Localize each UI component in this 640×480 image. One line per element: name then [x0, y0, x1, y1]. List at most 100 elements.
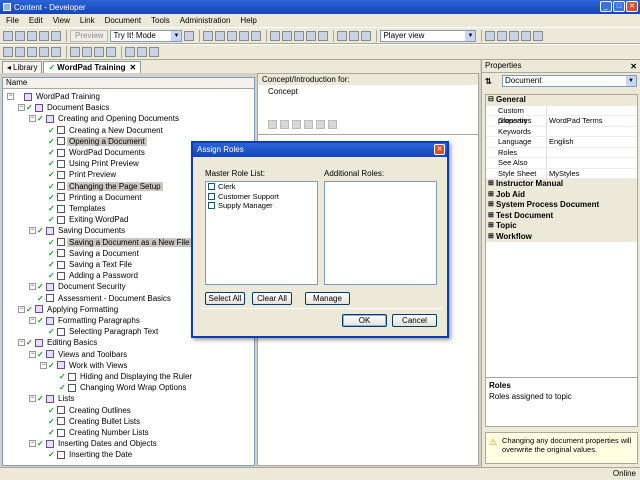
outline-icon[interactable]: [521, 30, 532, 41]
tree-node[interactable]: − ✓ Lists: [29, 393, 76, 404]
tree-node[interactable]: ✓ Creating Bullet Lists: [40, 416, 142, 427]
tree-node[interactable]: ✓ Saving a Document: [40, 248, 141, 259]
menu-tools[interactable]: Tools: [151, 16, 170, 25]
preview-button[interactable]: Preview: [70, 29, 109, 42]
tree-node[interactable]: ✓ Selecting Paragraph Text: [40, 326, 160, 337]
folder-icon[interactable]: [15, 47, 25, 57]
layout-columns-icon[interactable]: [509, 30, 520, 41]
sync-icon[interactable]: [533, 30, 544, 41]
tryit-mode-select[interactable]: Try It! Mode ▼: [110, 29, 183, 42]
expand-icon[interactable]: −: [29, 350, 36, 358]
cancel-button[interactable]: Cancel: [392, 314, 437, 327]
collapse-icon[interactable]: ⊟: [488, 95, 496, 105]
property-value[interactable]: [547, 127, 637, 137]
property-category[interactable]: ⊞ Instructor Manual: [486, 179, 637, 190]
refresh-icon[interactable]: [149, 47, 159, 57]
layout-split-icon[interactable]: [497, 30, 508, 41]
expand-icon[interactable]: ⊞: [488, 221, 496, 231]
layout-icon[interactable]: [485, 30, 496, 41]
check-in-icon[interactable]: [125, 47, 135, 57]
master-role-list[interactable]: Clerk Customer Support Supply Manager: [205, 181, 318, 285]
expand-icon[interactable]: −: [29, 115, 36, 123]
minimize-button[interactable]: _: [600, 1, 612, 12]
save-icon[interactable]: [15, 30, 25, 41]
delete-icon[interactable]: [328, 120, 337, 129]
tree-node[interactable]: ✓ Creating a New Document: [40, 125, 165, 136]
topic-icon[interactable]: [51, 47, 61, 57]
link-icon[interactable]: [318, 30, 329, 41]
maximize-button[interactable]: □: [613, 1, 625, 12]
role-item[interactable]: Clerk: [206, 182, 317, 192]
tab-library[interactable]: ◂ Library: [2, 61, 43, 73]
property-category[interactable]: ⊞ Workflow: [486, 231, 637, 242]
move-up-icon[interactable]: [70, 47, 80, 57]
clear-all-button[interactable]: Clear All: [252, 292, 292, 305]
cut-icon[interactable]: [203, 30, 214, 41]
properties-icon[interactable]: [349, 30, 360, 41]
tree-node[interactable]: ✓ Saving a Document as a New File: [40, 237, 192, 248]
tree-node[interactable]: − ✓ Formatting Paragraphs: [29, 315, 142, 326]
role-item[interactable]: Customer Support: [206, 192, 317, 202]
tree-node[interactable]: ✓ Creating Outlines: [40, 405, 133, 416]
role-checkbox[interactable]: [208, 183, 215, 191]
indent-icon[interactable]: [94, 47, 104, 57]
tree-node[interactable]: ✓ Assessment - Document Basics: [29, 293, 173, 304]
undo-icon[interactable]: [270, 30, 281, 41]
print-icon[interactable]: [39, 30, 49, 41]
role-checkbox[interactable]: [208, 192, 215, 200]
tree-node[interactable]: ✓ Print Preview: [40, 169, 118, 180]
new-icon[interactable]: [3, 47, 13, 57]
move-down-icon[interactable]: [82, 47, 92, 57]
property-row[interactable]: Keywords: [486, 126, 637, 137]
property-value[interactable]: WordPad Terms: [547, 116, 637, 127]
menu-file[interactable]: File: [6, 16, 19, 25]
menu-view[interactable]: View: [53, 16, 70, 25]
ok-button[interactable]: OK: [342, 314, 387, 327]
expand-icon[interactable]: ⊞: [488, 211, 496, 221]
paste-icon[interactable]: [292, 120, 301, 129]
close-tab-icon[interactable]: ✕: [129, 62, 136, 73]
tree-node[interactable]: ✓ Inserting the Date: [40, 449, 134, 460]
section-icon[interactable]: [39, 47, 49, 57]
select-all-button[interactable]: Select All: [205, 292, 245, 305]
tree-node[interactable]: ✓ Adding a Password: [40, 270, 140, 281]
delete-icon[interactable]: [239, 30, 250, 41]
tree-node[interactable]: − ✓ Inserting Dates and Objects: [29, 438, 159, 449]
tree-node[interactable]: − ✓ Work with Views: [40, 360, 129, 371]
property-value[interactable]: MyStyles: [547, 169, 637, 179]
tree-node[interactable]: − ✓ Creating and Opening Documents: [29, 113, 181, 124]
menu-link[interactable]: Link: [80, 16, 95, 25]
property-row[interactable]: Language English: [486, 137, 637, 148]
close-icon[interactable]: ✕: [434, 144, 445, 155]
edit-icon[interactable]: [304, 120, 313, 129]
tree-node[interactable]: ✓ Opening a Document: [40, 136, 147, 147]
menu-document[interactable]: Document: [105, 16, 141, 25]
tree-node[interactable]: ✓ Saving a Text File: [40, 259, 134, 270]
player-view-select[interactable]: Player view ▼: [380, 29, 477, 42]
manage-button[interactable]: Manage: [305, 292, 350, 305]
tree-node[interactable]: − ✓ Saving Documents: [29, 225, 127, 236]
redo-icon[interactable]: [282, 30, 293, 41]
expand-icon[interactable]: −: [29, 227, 36, 235]
property-value[interactable]: English: [547, 137, 637, 148]
tree-node[interactable]: ✓ Changing the Page Setup: [40, 181, 163, 192]
tree-node[interactable]: ✓ Printing a Document: [40, 192, 143, 203]
property-value[interactable]: [547, 158, 637, 169]
expand-icon[interactable]: −: [29, 440, 36, 448]
expand-icon[interactable]: −: [29, 317, 36, 324]
expand-icon[interactable]: −: [18, 339, 25, 347]
open-icon[interactable]: [3, 30, 13, 41]
expand-icon[interactable]: −: [18, 305, 25, 313]
properties-object-select[interactable]: Document ▼: [502, 75, 637, 87]
check-out-icon[interactable]: [137, 47, 147, 57]
expand-icon[interactable]: ⊞: [488, 200, 496, 210]
property-category[interactable]: ⊞ Test Document: [486, 210, 637, 221]
additional-roles-list[interactable]: [324, 181, 437, 285]
property-row[interactable]: Roles: [486, 147, 637, 158]
new-folder-icon[interactable]: [294, 30, 305, 41]
category-general[interactable]: ⊟ General: [486, 95, 637, 106]
tree-node[interactable]: ✓ Using Print Preview: [40, 158, 141, 169]
sort-icon[interactable]: ⇅: [485, 77, 499, 86]
settings-icon[interactable]: [316, 120, 325, 129]
tab-wordpad-training[interactable]: ✓ WordPad Training ✕: [43, 61, 142, 73]
